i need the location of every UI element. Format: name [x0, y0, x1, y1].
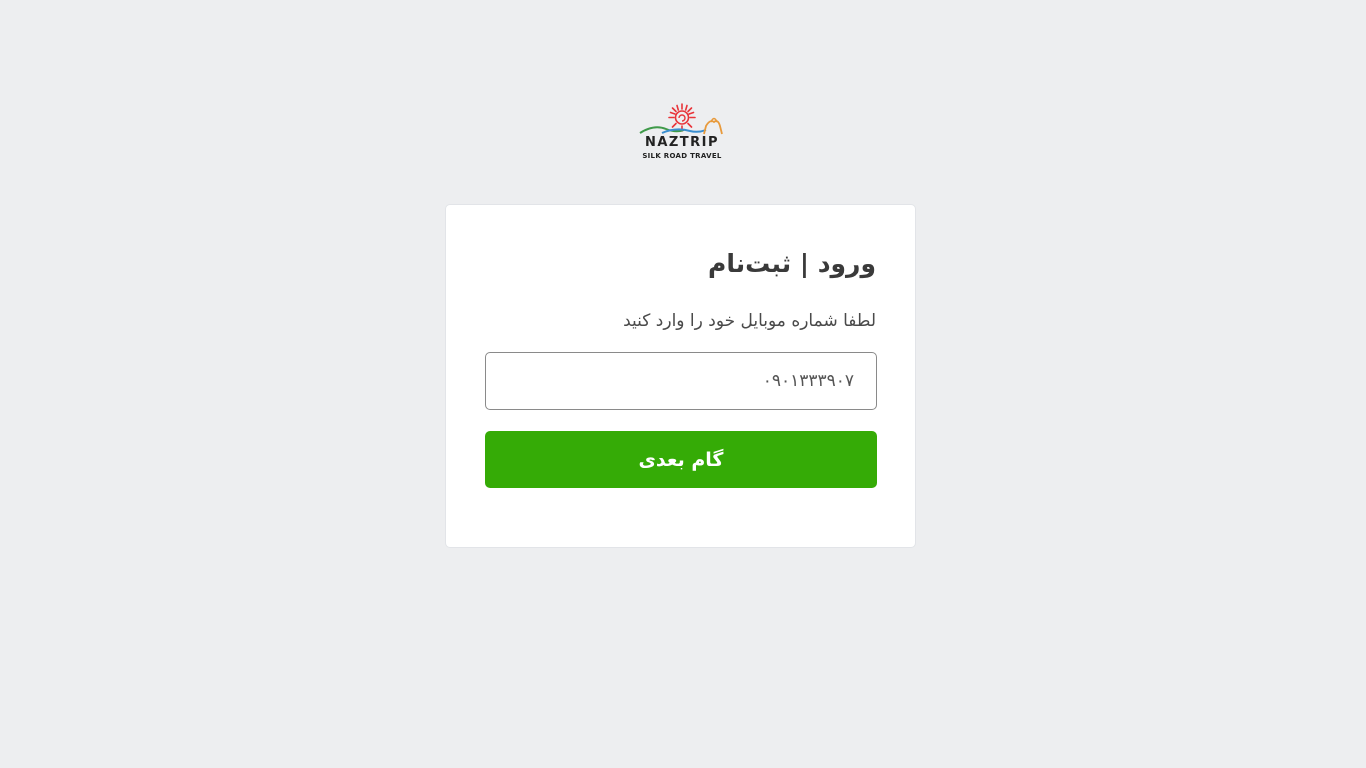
- login-card: ورود | ثبت‌نام لطفا شماره موبایل خود را …: [445, 204, 916, 548]
- card-title: ورود | ثبت‌نام: [708, 249, 876, 278]
- logo-wordmark: NAZTRIP: [644, 135, 720, 150]
- landscape-icon: [639, 117, 723, 135]
- logo-tagline: SILK ROAD TRAVEL: [642, 152, 722, 160]
- phone-input[interactable]: [485, 352, 877, 410]
- card-subtitle: لطفا شماره موبایل خود را وارد کنید: [623, 311, 876, 331]
- login-page: NAZTRIP SILK ROAD TRAVEL ورود | ثبت‌نام …: [0, 0, 1366, 768]
- sun-icon: [639, 103, 723, 135]
- naztrip-logo: NAZTRIP SILK ROAD TRAVEL: [636, 100, 728, 166]
- next-step-button[interactable]: گام بعدی: [485, 431, 877, 488]
